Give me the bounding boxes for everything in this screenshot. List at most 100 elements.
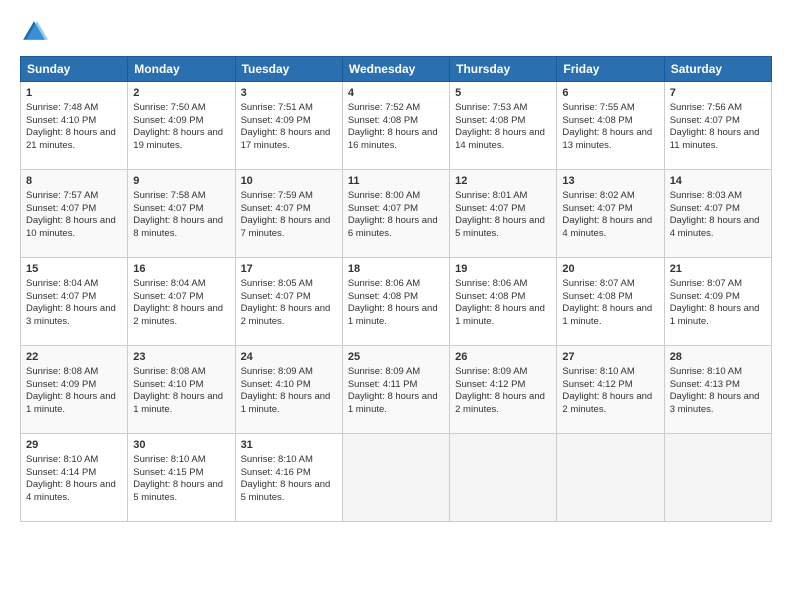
day-cell-11: 11Sunrise: 8:00 AMSunset: 4:07 PMDayligh… xyxy=(342,170,449,258)
day-cell-17: 17Sunrise: 8:05 AMSunset: 4:07 PMDayligh… xyxy=(235,258,342,346)
day-cell-9: 9Sunrise: 7:58 AMSunset: 4:07 PMDaylight… xyxy=(128,170,235,258)
day-header-wednesday: Wednesday xyxy=(342,57,449,82)
day-number: 23 xyxy=(133,350,229,365)
sunrise-label: Sunrise: 8:04 AM xyxy=(26,278,98,289)
day-number: 7 xyxy=(670,86,766,101)
empty-cell xyxy=(664,434,771,522)
sunrise-label: Sunrise: 7:56 AM xyxy=(670,102,742,113)
daylight-label: Daylight: 8 hours and 1 minute. xyxy=(455,303,545,327)
sunrise-label: Sunrise: 8:04 AM xyxy=(133,278,205,289)
day-number: 6 xyxy=(562,86,658,101)
sunrise-label: Sunrise: 8:02 AM xyxy=(562,190,634,201)
day-cell-2: 2Sunrise: 7:50 AMSunset: 4:09 PMDaylight… xyxy=(128,82,235,170)
daylight-label: Daylight: 8 hours and 1 minute. xyxy=(348,303,438,327)
daylight-label: Daylight: 8 hours and 11 minutes. xyxy=(670,127,760,151)
sunrise-label: Sunrise: 8:06 AM xyxy=(348,278,420,289)
day-number: 18 xyxy=(348,262,444,277)
day-number: 5 xyxy=(455,86,551,101)
day-number: 27 xyxy=(562,350,658,365)
calendar-header-row: SundayMondayTuesdayWednesdayThursdayFrid… xyxy=(21,57,772,82)
day-header-saturday: Saturday xyxy=(664,57,771,82)
sunrise-label: Sunrise: 7:53 AM xyxy=(455,102,527,113)
daylight-label: Daylight: 8 hours and 1 minute. xyxy=(241,391,331,415)
sunrise-label: Sunrise: 7:57 AM xyxy=(26,190,98,201)
sunset-label: Sunset: 4:07 PM xyxy=(670,115,740,126)
day-cell-23: 23Sunrise: 8:08 AM Sunset: 4:10 PMDayligh… xyxy=(128,346,235,434)
day-header-tuesday: Tuesday xyxy=(235,57,342,82)
sunrise-label: Sunrise: 8:07 AM xyxy=(670,278,742,289)
day-number: 20 xyxy=(562,262,658,277)
day-cell-27: 27Sunrise: 8:10 AMSunset: 4:12 PMDayligh… xyxy=(557,346,664,434)
sunrise-label: Sunrise: 7:51 AM xyxy=(241,102,313,113)
daylight-label: Daylight: 8 hours and 4 minutes. xyxy=(26,479,116,503)
daylight-label: Daylight: 8 hours and 1 minute. xyxy=(26,391,116,415)
sunset-label: Sunset: 4:14 PM xyxy=(26,467,96,478)
sunrise-label: Sunrise: 7:59 AM xyxy=(241,190,313,201)
sunset-label: Sunset: 4:08 PM xyxy=(455,291,525,302)
day-header-sunday: Sunday xyxy=(21,57,128,82)
day-cell-12: 12Sunrise: 8:01 AMSunset: 4:07 PMDayligh… xyxy=(450,170,557,258)
sunrise-label: Sunrise: 8:03 AM xyxy=(670,190,742,201)
sunrise-label: Sunrise: 8:09 AM xyxy=(455,366,527,377)
daylight-label: Daylight: 8 hours and 6 minutes. xyxy=(348,215,438,239)
daylight-label: Daylight: 8 hours and 2 minutes. xyxy=(133,303,223,327)
day-number: 13 xyxy=(562,174,658,189)
sunset-label: Sunset: 4:13 PM xyxy=(670,379,740,390)
daylight-label: Daylight: 8 hours and 14 minutes. xyxy=(455,127,545,151)
day-number: 16 xyxy=(133,262,229,277)
sunset-label: Sunset: 4:10 PM xyxy=(133,379,203,390)
day-number: 15 xyxy=(26,262,122,277)
sunrise-label: Sunrise: 8:10 AM xyxy=(241,454,313,465)
daylight-label: Daylight: 8 hours and 16 minutes. xyxy=(348,127,438,151)
daylight-label: Daylight: 8 hours and 5 minutes. xyxy=(133,479,223,503)
daylight-label: Daylight: 8 hours and 2 minutes. xyxy=(455,391,545,415)
day-number: 9 xyxy=(133,174,229,189)
day-number: 4 xyxy=(348,86,444,101)
sunset-label: Sunset: 4:08 PM xyxy=(348,115,418,126)
sunset-label: Sunset: 4:08 PM xyxy=(562,291,632,302)
day-number: 11 xyxy=(348,174,444,189)
sunrise-label: Sunrise: 7:58 AM xyxy=(133,190,205,201)
daylight-label: Daylight: 8 hours and 2 minutes. xyxy=(241,303,331,327)
sunset-label: Sunset: 4:10 PM xyxy=(241,379,311,390)
day-number: 25 xyxy=(348,350,444,365)
day-cell-31: 31Sunrise: 8:10 AMSunset: 4:16 PMDayligh… xyxy=(235,434,342,522)
day-cell-20: 20Sunrise: 8:07 AMSunset: 4:08 PMDayligh… xyxy=(557,258,664,346)
day-number: 2 xyxy=(133,86,229,101)
sunset-label: Sunset: 4:09 PM xyxy=(670,291,740,302)
sunset-label: Sunset: 4:07 PM xyxy=(133,203,203,214)
daylight-label: Daylight: 8 hours and 1 minute. xyxy=(562,303,652,327)
daylight-label: Daylight: 8 hours and 10 minutes. xyxy=(26,215,116,239)
sunset-label: Sunset: 4:08 PM xyxy=(562,115,632,126)
week-row-2: 8Sunrise: 7:57 AMSunset: 4:07 PMDaylight… xyxy=(21,170,772,258)
sunrise-label: Sunrise: 7:52 AM xyxy=(348,102,420,113)
sunset-label: Sunset: 4:07 PM xyxy=(26,203,96,214)
week-row-1: 1Sunrise: 7:48 AMSunset: 4:10 PMDaylight… xyxy=(21,82,772,170)
week-row-4: 22Sunrise: 8:08 AMSunset: 4:09 PMDayligh… xyxy=(21,346,772,434)
day-cell-14: 14Sunrise: 8:03 AMSunset: 4:07 PMDayligh… xyxy=(664,170,771,258)
sunset-label: Sunset: 4:15 PM xyxy=(133,467,203,478)
sunset-label: Sunset: 4:10 PM xyxy=(26,115,96,126)
day-number: 29 xyxy=(26,438,122,453)
day-number: 1 xyxy=(26,86,122,101)
day-cell-1: 1Sunrise: 7:48 AM Sunset: 4:10 PMDaylight… xyxy=(21,82,128,170)
sunrise-label: Sunrise: 8:05 AM xyxy=(241,278,313,289)
sunrise-label: Sunrise: 7:48 AM xyxy=(26,102,98,113)
sunset-label: Sunset: 4:12 PM xyxy=(562,379,632,390)
sunrise-label: Sunrise: 8:10 AM xyxy=(670,366,742,377)
sunset-label: Sunset: 4:07 PM xyxy=(455,203,525,214)
day-cell-10: 10Sunrise: 7:59 AMSunset: 4:07 PMDayligh… xyxy=(235,170,342,258)
day-cell-19: 19Sunrise: 8:06 AMSunset: 4:08 PMDayligh… xyxy=(450,258,557,346)
day-cell-26: 26Sunrise: 8:09 AMSunset: 4:12 PMDayligh… xyxy=(450,346,557,434)
day-number: 24 xyxy=(241,350,337,365)
day-number: 21 xyxy=(670,262,766,277)
daylight-label: Daylight: 8 hours and 1 minute. xyxy=(133,391,223,415)
sunrise-label: Sunrise: 8:08 AM xyxy=(133,366,205,377)
day-cell-7: 7Sunrise: 7:56 AM Sunset: 4:07 PMDaylight… xyxy=(664,82,771,170)
day-number: 30 xyxy=(133,438,229,453)
daylight-label: Daylight: 8 hours and 21 minutes. xyxy=(26,127,116,151)
day-number: 14 xyxy=(670,174,766,189)
day-header-thursday: Thursday xyxy=(450,57,557,82)
day-number: 22 xyxy=(26,350,122,365)
day-cell-6: 6Sunrise: 7:55 AMSunset: 4:08 PMDaylight… xyxy=(557,82,664,170)
